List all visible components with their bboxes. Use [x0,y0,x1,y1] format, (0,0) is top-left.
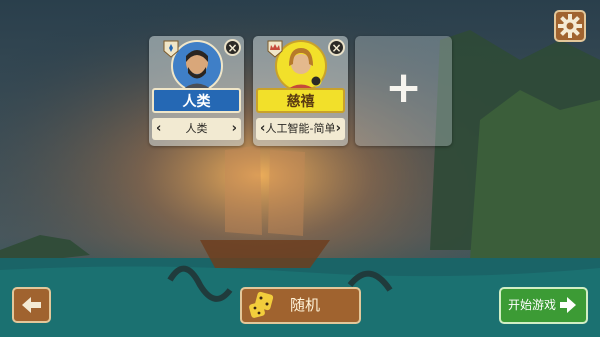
player-type-selector[interactable]: ‹ 人工智能-简单 › [256,118,345,140]
dice-icon [249,291,274,318]
close-icon[interactable]: × [224,39,241,56]
back-button[interactable] [12,287,51,323]
crown-icon [267,40,283,58]
close-icon[interactable]: × [328,39,345,56]
chevron-right-icon[interactable]: › [232,118,237,140]
plus-icon[interactable]: + [355,66,452,110]
player-slot-1[interactable]: × 人类 ‹ 人类 › [149,36,244,146]
add-player-slot[interactable]: + [355,36,452,146]
fleur-de-lis-icon [163,40,179,58]
forward-arrow-icon [560,297,576,313]
chevron-left-icon[interactable]: ‹ [156,118,161,140]
gear-icon [558,14,582,38]
player-name[interactable]: 人类 [152,88,241,113]
chevron-right-icon[interactable]: › [336,118,341,140]
back-arrow-icon [22,297,41,313]
chevron-left-icon[interactable]: ‹ [260,118,265,140]
random-button-label: 随机 [290,296,321,314]
player-type-label: 人类 [185,122,208,135]
player-type-label: 人工智能-简单 [265,122,336,135]
settings-gear-icon[interactable] [554,10,586,42]
player-slot-2[interactable]: × 慈禧 ‹ 人工智能-简单 › [253,36,348,146]
random-button[interactable]: 随机 [240,287,361,324]
player-type-selector[interactable]: ‹ 人类 › [152,118,241,140]
player-name[interactable]: 慈禧 [256,88,345,113]
start-game-button[interactable]: 开始游戏 [499,287,588,324]
start-game-label: 开始游戏 [508,298,557,312]
